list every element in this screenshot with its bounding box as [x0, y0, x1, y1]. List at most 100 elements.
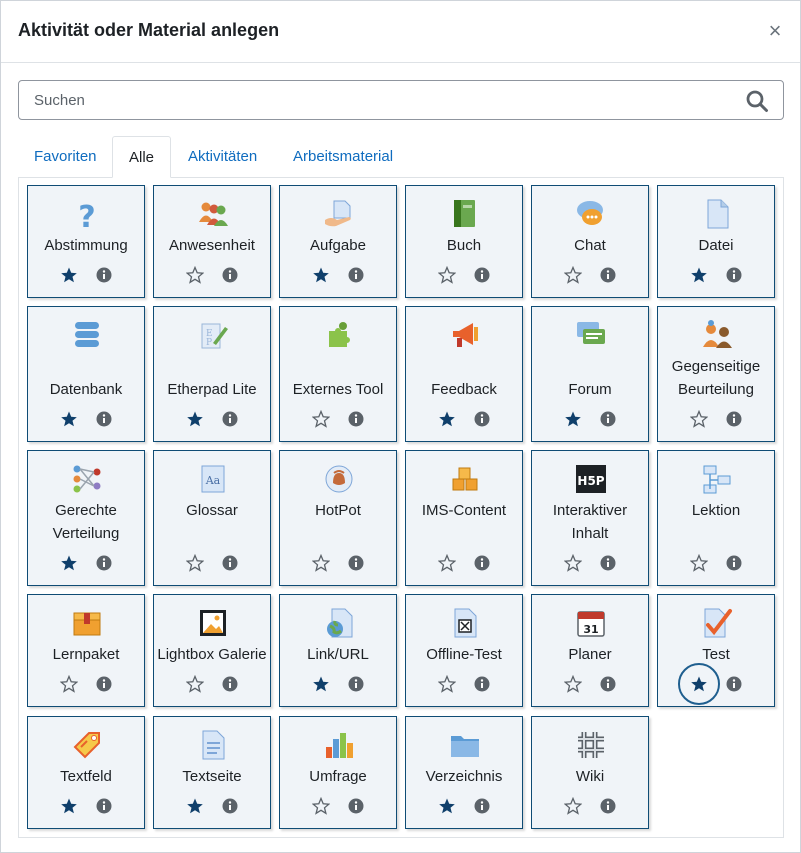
star-outline-icon[interactable] — [564, 554, 582, 572]
activity-tile[interactable]: Feedback — [405, 306, 523, 442]
tab-bar: Favoriten Alle Aktivitäten Arbeitsmateri… — [18, 136, 784, 178]
star-outline-icon[interactable] — [186, 266, 204, 284]
info-icon[interactable] — [348, 555, 364, 571]
activity-tile[interactable]: Anwesenheit — [153, 185, 271, 298]
info-icon[interactable] — [222, 267, 238, 283]
info-icon[interactable] — [600, 676, 616, 692]
info-icon[interactable] — [348, 798, 364, 814]
activity-label: Lernpaket — [52, 646, 120, 663]
activity-tile[interactable]: ? Abstimmung — [27, 185, 145, 298]
activity-tile[interactable]: H5P Interaktiver Inhalt — [531, 450, 649, 586]
activity-tile[interactable]: Gerechte Verteilung — [27, 450, 145, 586]
star-outline-icon[interactable] — [186, 675, 204, 693]
activity-tile[interactable]: Verzeichnis — [405, 716, 523, 829]
info-icon[interactable] — [600, 411, 616, 427]
info-icon[interactable] — [726, 555, 742, 571]
activity-tile[interactable]: Textfeld — [27, 716, 145, 829]
star-outline-icon[interactable] — [186, 554, 204, 572]
activity-tile[interactable]: E P Etherpad Lite — [153, 306, 271, 442]
info-icon[interactable] — [474, 798, 490, 814]
star-filled-icon[interactable] — [186, 410, 204, 428]
activity-tile[interactable]: Textseite — [153, 716, 271, 829]
star-filled-icon[interactable] — [438, 797, 456, 815]
star-filled-icon[interactable] — [186, 797, 204, 815]
info-icon[interactable] — [96, 676, 112, 692]
activity-tile[interactable]: Aufgabe — [279, 185, 397, 298]
close-button[interactable]: × — [763, 17, 787, 45]
tab-alle[interactable]: Alle — [112, 136, 172, 178]
activity-label: Etherpad Lite — [167, 381, 257, 398]
star-outline-icon[interactable] — [438, 675, 456, 693]
info-icon[interactable] — [600, 798, 616, 814]
info-icon[interactable] — [96, 267, 112, 283]
info-icon[interactable] — [96, 555, 112, 571]
activity-tile[interactable]: Wiki — [531, 716, 649, 829]
activity-tile[interactable]: Link/URL — [279, 594, 397, 707]
search-icon[interactable] — [745, 89, 769, 113]
star-filled-icon[interactable] — [60, 410, 78, 428]
star-outline-icon[interactable] — [438, 554, 456, 572]
info-icon[interactable] — [474, 411, 490, 427]
activity-tile[interactable]: Buch — [405, 185, 523, 298]
info-icon[interactable] — [222, 798, 238, 814]
activity-tile[interactable]: Test — [657, 594, 775, 707]
info-icon[interactable] — [474, 555, 490, 571]
star-outline-icon[interactable] — [690, 410, 708, 428]
activity-tile[interactable]: Datenbank — [27, 306, 145, 442]
activity-tile[interactable]: HotPot — [279, 450, 397, 586]
hotpot-icon — [325, 465, 353, 493]
info-icon[interactable] — [474, 676, 490, 692]
activity-tile[interactable]: Datei — [657, 185, 775, 298]
star-outline-icon[interactable] — [312, 797, 330, 815]
activity-tile[interactable]: Umfrage — [279, 716, 397, 829]
star-outline-icon[interactable] — [438, 266, 456, 284]
activity-tile[interactable]: Externes Tool — [279, 306, 397, 442]
star-outline-icon[interactable] — [60, 675, 78, 693]
activity-tile[interactable]: Aa Glossar — [153, 450, 271, 586]
info-icon[interactable] — [600, 267, 616, 283]
star-filled-icon[interactable] — [438, 410, 456, 428]
info-icon[interactable] — [726, 267, 742, 283]
info-icon[interactable] — [96, 798, 112, 814]
star-filled-icon[interactable] — [60, 266, 78, 284]
activity-tile[interactable]: IMS-Content — [405, 450, 523, 586]
info-icon[interactable] — [726, 676, 742, 692]
star-outline-icon[interactable] — [564, 266, 582, 284]
folder-icon — [451, 736, 479, 757]
search-input[interactable] — [19, 81, 739, 119]
activity-tile[interactable]: Lektion — [657, 450, 775, 586]
info-icon[interactable] — [222, 555, 238, 571]
info-icon[interactable] — [222, 676, 238, 692]
activity-tile[interactable]: Lernpaket — [27, 594, 145, 707]
info-icon[interactable] — [222, 411, 238, 427]
star-outline-icon[interactable] — [564, 797, 582, 815]
star-outline-icon[interactable] — [690, 554, 708, 572]
star-outline-icon[interactable] — [312, 410, 330, 428]
tab-aktivitaeten[interactable]: Aktivitäten — [172, 136, 273, 178]
star-filled-icon[interactable] — [690, 266, 708, 284]
info-icon[interactable] — [348, 411, 364, 427]
info-icon[interactable] — [600, 555, 616, 571]
activity-tile[interactable]: Forum — [531, 306, 649, 442]
calendar-icon: 31 — [577, 611, 605, 637]
star-outline-icon[interactable] — [564, 675, 582, 693]
info-icon[interactable] — [474, 267, 490, 283]
activity-tile[interactable]: Chat — [531, 185, 649, 298]
tab-arbeitsmaterial[interactable]: Arbeitsmaterial — [277, 136, 409, 178]
activity-tile[interactable]: 31 Planer — [531, 594, 649, 707]
star-outline-icon[interactable] — [312, 554, 330, 572]
activity-tile[interactable]: Offline-Test — [405, 594, 523, 707]
star-filled-icon[interactable] — [60, 797, 78, 815]
info-icon[interactable] — [96, 411, 112, 427]
info-icon[interactable] — [348, 267, 364, 283]
star-filled-icon[interactable] — [312, 266, 330, 284]
star-filled-icon[interactable] — [564, 410, 582, 428]
activity-tile[interactable]: Lightbox Galerie — [153, 594, 271, 707]
activity-tile[interactable]: Gegenseitige Beurteilung — [657, 306, 775, 442]
info-icon[interactable] — [348, 676, 364, 692]
star-filled-icon[interactable] — [312, 675, 330, 693]
info-icon[interactable] — [726, 411, 742, 427]
star-filled-icon[interactable] — [60, 554, 78, 572]
tab-favoriten[interactable]: Favoriten — [18, 136, 113, 178]
database-icon — [75, 322, 99, 347]
